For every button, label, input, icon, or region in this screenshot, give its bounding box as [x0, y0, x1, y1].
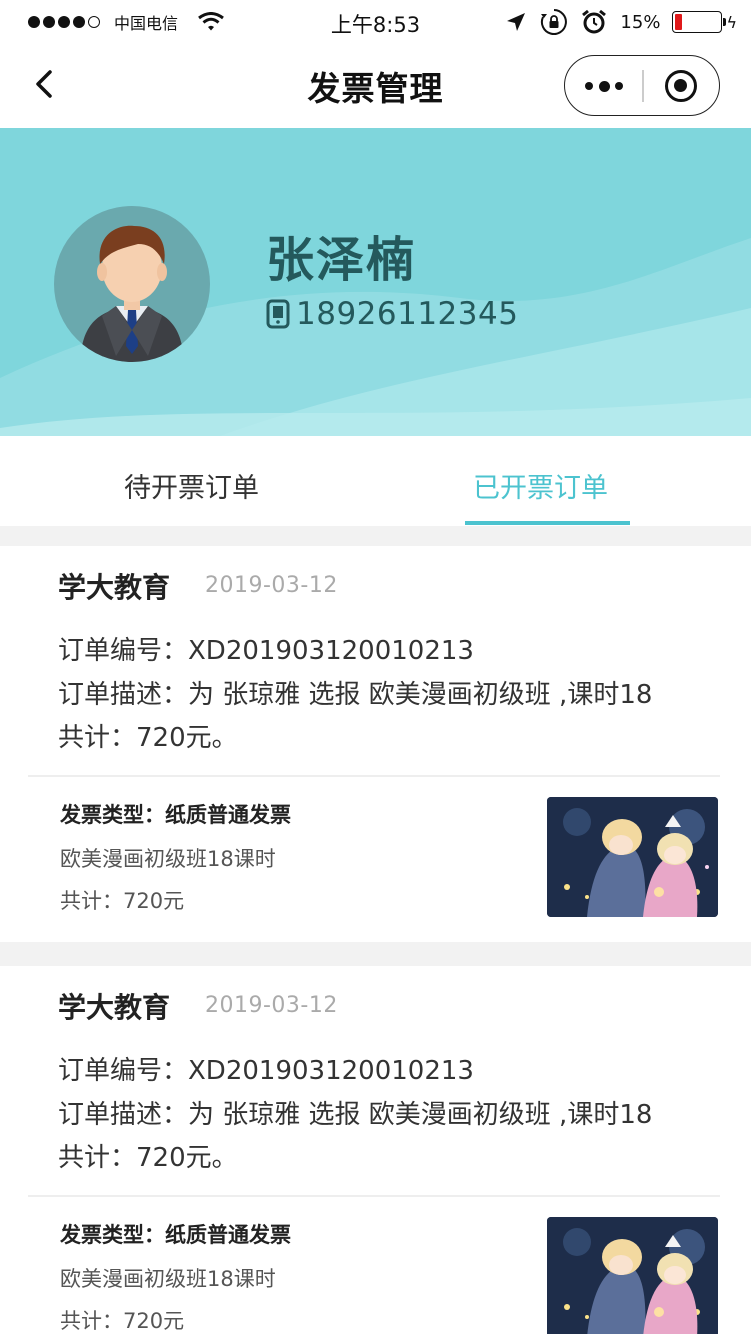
- order-total: 共计：720元。: [58, 723, 238, 753]
- company-name: 学大教育: [58, 571, 171, 604]
- profile-header: 张泽楠 18926112345: [0, 128, 751, 436]
- phone-number: 18926112345: [296, 296, 519, 332]
- card-divider: [28, 1195, 720, 1197]
- order-date: 2019-03-12: [205, 573, 338, 598]
- charging-bolt-icon: ϟ: [726, 12, 737, 32]
- battery-percent: 15%: [620, 11, 661, 33]
- capsule-divider: [642, 70, 644, 102]
- order-total: 共计：720元。: [58, 1143, 238, 1173]
- card-divider: [28, 775, 720, 777]
- battery-icon: [672, 11, 727, 33]
- tab-pending-invoice[interactable]: 待开票订单: [124, 466, 259, 505]
- businessman-avatar-icon: [54, 206, 210, 362]
- more-dots-icon[interactable]: [585, 78, 623, 94]
- invoice-total: 共计：720元: [60, 889, 185, 913]
- user-name: 张泽楠: [266, 232, 417, 288]
- invoice-total: 共计：720元: [60, 1309, 185, 1333]
- tab-invoiced[interactable]: 已开票订单: [473, 466, 608, 505]
- order-number: 订单编号：XD201903120010213: [58, 1056, 474, 1086]
- anime-course-thumbnail: [547, 1217, 718, 1334]
- target-circle-icon[interactable]: [665, 70, 697, 102]
- order-date: 2019-03-12: [205, 993, 338, 1018]
- order-description: 订单描述：为 张琼雅 选报 欧美漫画初级班 ,课时18: [58, 680, 653, 710]
- nav-bar: 发票管理: [0, 44, 751, 128]
- order-card[interactable]: 学大教育 2019-03-12 订单编号：XD201903120010213 订…: [0, 546, 751, 942]
- invoice-type: 发票类型：纸质普通发票: [60, 1223, 291, 1247]
- mobile-phone-icon: [266, 299, 290, 329]
- company-name: 学大教育: [58, 991, 171, 1024]
- order-number: 订单编号：XD201903120010213: [58, 636, 474, 666]
- order-tabs: 待开票订单 已开票订单: [0, 436, 751, 526]
- anime-course-thumbnail: [547, 797, 718, 917]
- rotation-lock-icon: [541, 9, 568, 35]
- mini-program-capsule: [564, 55, 720, 116]
- alarm-icon: [582, 9, 607, 34]
- phone-row: 18926112345: [266, 296, 518, 332]
- location-arrow-icon: [507, 13, 526, 31]
- active-tab-indicator: [465, 521, 630, 525]
- order-card[interactable]: 学大教育 2019-03-12 订单编号：XD201903120010213 订…: [0, 966, 751, 1334]
- status-bar: 中国电信 上午8:53 15% ϟ: [0, 0, 751, 44]
- order-description: 订单描述：为 张琼雅 选报 欧美漫画初级班 ,课时18: [58, 1100, 653, 1130]
- invoice-description: 欧美漫画初级班18课时: [60, 1267, 276, 1291]
- invoice-type: 发票类型：纸质普通发票: [60, 803, 291, 827]
- invoice-description: 欧美漫画初级班18课时: [60, 847, 276, 871]
